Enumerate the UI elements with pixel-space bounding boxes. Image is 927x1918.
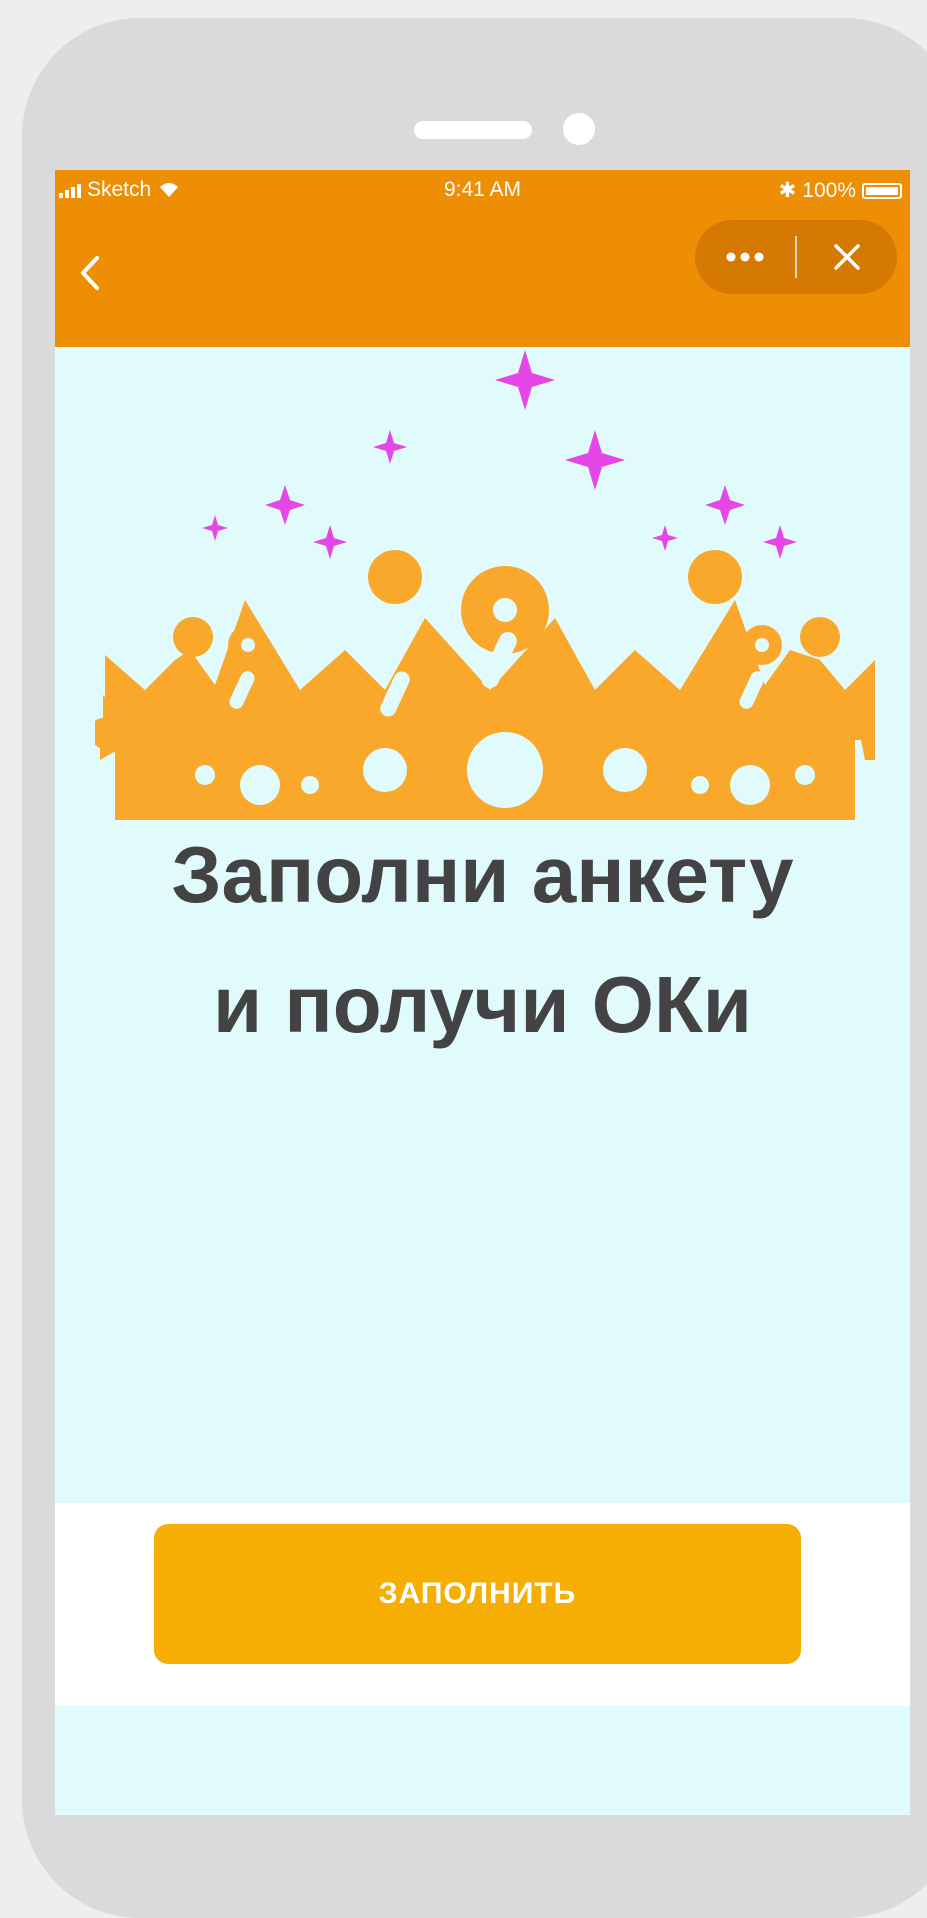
speaker-grille — [414, 121, 532, 139]
bluetooth-icon: ✱ — [778, 179, 797, 202]
status-bar: Sketch 9:41 AM ✱ 100% — [55, 170, 910, 210]
front-camera — [563, 113, 595, 145]
more-button[interactable] — [695, 220, 795, 294]
close-icon — [834, 244, 860, 270]
close-button[interactable] — [797, 220, 897, 294]
headline-line-2: и получи ОКи — [213, 960, 752, 1049]
more-dots-icon — [726, 252, 764, 262]
crown-icon — [95, 350, 875, 820]
chevron-left-icon — [81, 256, 99, 290]
headline-line-1: Заполни анкету — [171, 830, 794, 919]
app-screen: Sketch 9:41 AM ✱ 100% Заполни анкету и п… — [55, 170, 910, 1815]
fill-button[interactable]: ЗАПОЛНИТЬ — [154, 1524, 801, 1664]
battery-percent: 100% — [802, 178, 856, 202]
headline: Заполни анкету и получи ОКи — [55, 810, 910, 1070]
mini-app-capsule — [695, 220, 897, 294]
battery-icon — [862, 182, 902, 199]
footer-bar: ЗАПОЛНИТЬ — [55, 1503, 910, 1706]
status-right: ✱ 100% — [779, 178, 902, 203]
crown-body — [95, 550, 875, 820]
app-header: Sketch 9:41 AM ✱ 100% — [55, 170, 910, 347]
sparkle-icons — [202, 350, 797, 559]
back-button[interactable] — [75, 248, 105, 298]
